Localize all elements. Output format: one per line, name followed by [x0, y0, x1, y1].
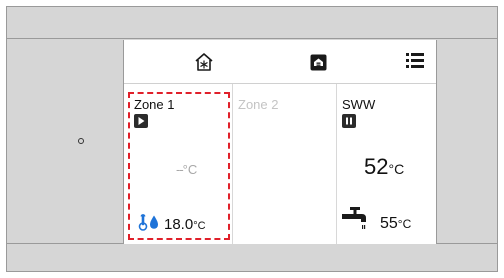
sww-tank-temp: 55°C: [380, 215, 411, 233]
device-top-bezel: [7, 7, 497, 39]
zone-1-measured-value: 18.0: [164, 216, 194, 233]
zone-1-tile[interactable]: Zone 1 --°C 18.0°C: [128, 84, 230, 244]
zones-panel: Zone 1 --°C 18.0°C Zone 2 SWW 52°C 55°C: [124, 84, 436, 244]
play-icon[interactable]: [134, 114, 148, 128]
zone-2-tile[interactable]: Zone 2: [234, 84, 336, 244]
zone-divider: [336, 84, 337, 244]
zone-1-setpoint: --°C: [176, 161, 197, 179]
sww-title: SWW: [342, 97, 376, 112]
pause-icon[interactable]: [342, 114, 356, 128]
house-snowflake-icon[interactable]: [194, 52, 214, 72]
zone-1-measured: 18.0°C: [164, 216, 206, 234]
thermostat-device: Zone 1 --°C 18.0°C Zone 2 SWW 52°C 55°C: [6, 6, 498, 272]
menu-list-icon[interactable]: [406, 53, 424, 68]
sww-tile[interactable]: SWW 52°C 55°C: [338, 84, 438, 244]
sww-setpoint-value: 52: [364, 154, 389, 179]
device-bottom-bezel: [7, 243, 497, 273]
zone-1-setpoint-value: --: [176, 162, 184, 177]
zone-1-measured-unit: °C: [193, 220, 206, 232]
sww-setpoint-unit: °C: [388, 161, 405, 177]
sww-tank-value: 55: [380, 215, 398, 232]
faucet-icon: [342, 207, 366, 229]
power-button[interactable]: [78, 138, 84, 144]
zone-divider: [232, 84, 233, 244]
settings-card-icon[interactable]: [310, 54, 327, 71]
zone-1-title: Zone 1: [134, 97, 175, 112]
zone-2-title: Zone 2: [238, 97, 279, 112]
screen-topbar: [124, 40, 436, 84]
display-screen: Zone 1 --°C 18.0°C Zone 2 SWW 52°C 55°C: [123, 40, 437, 244]
zone-1-setpoint-unit: °C: [182, 162, 198, 177]
thermometer-drop-icon: [138, 214, 158, 231]
sww-tank-unit: °C: [397, 217, 412, 231]
sww-setpoint: 52°C: [364, 154, 404, 180]
